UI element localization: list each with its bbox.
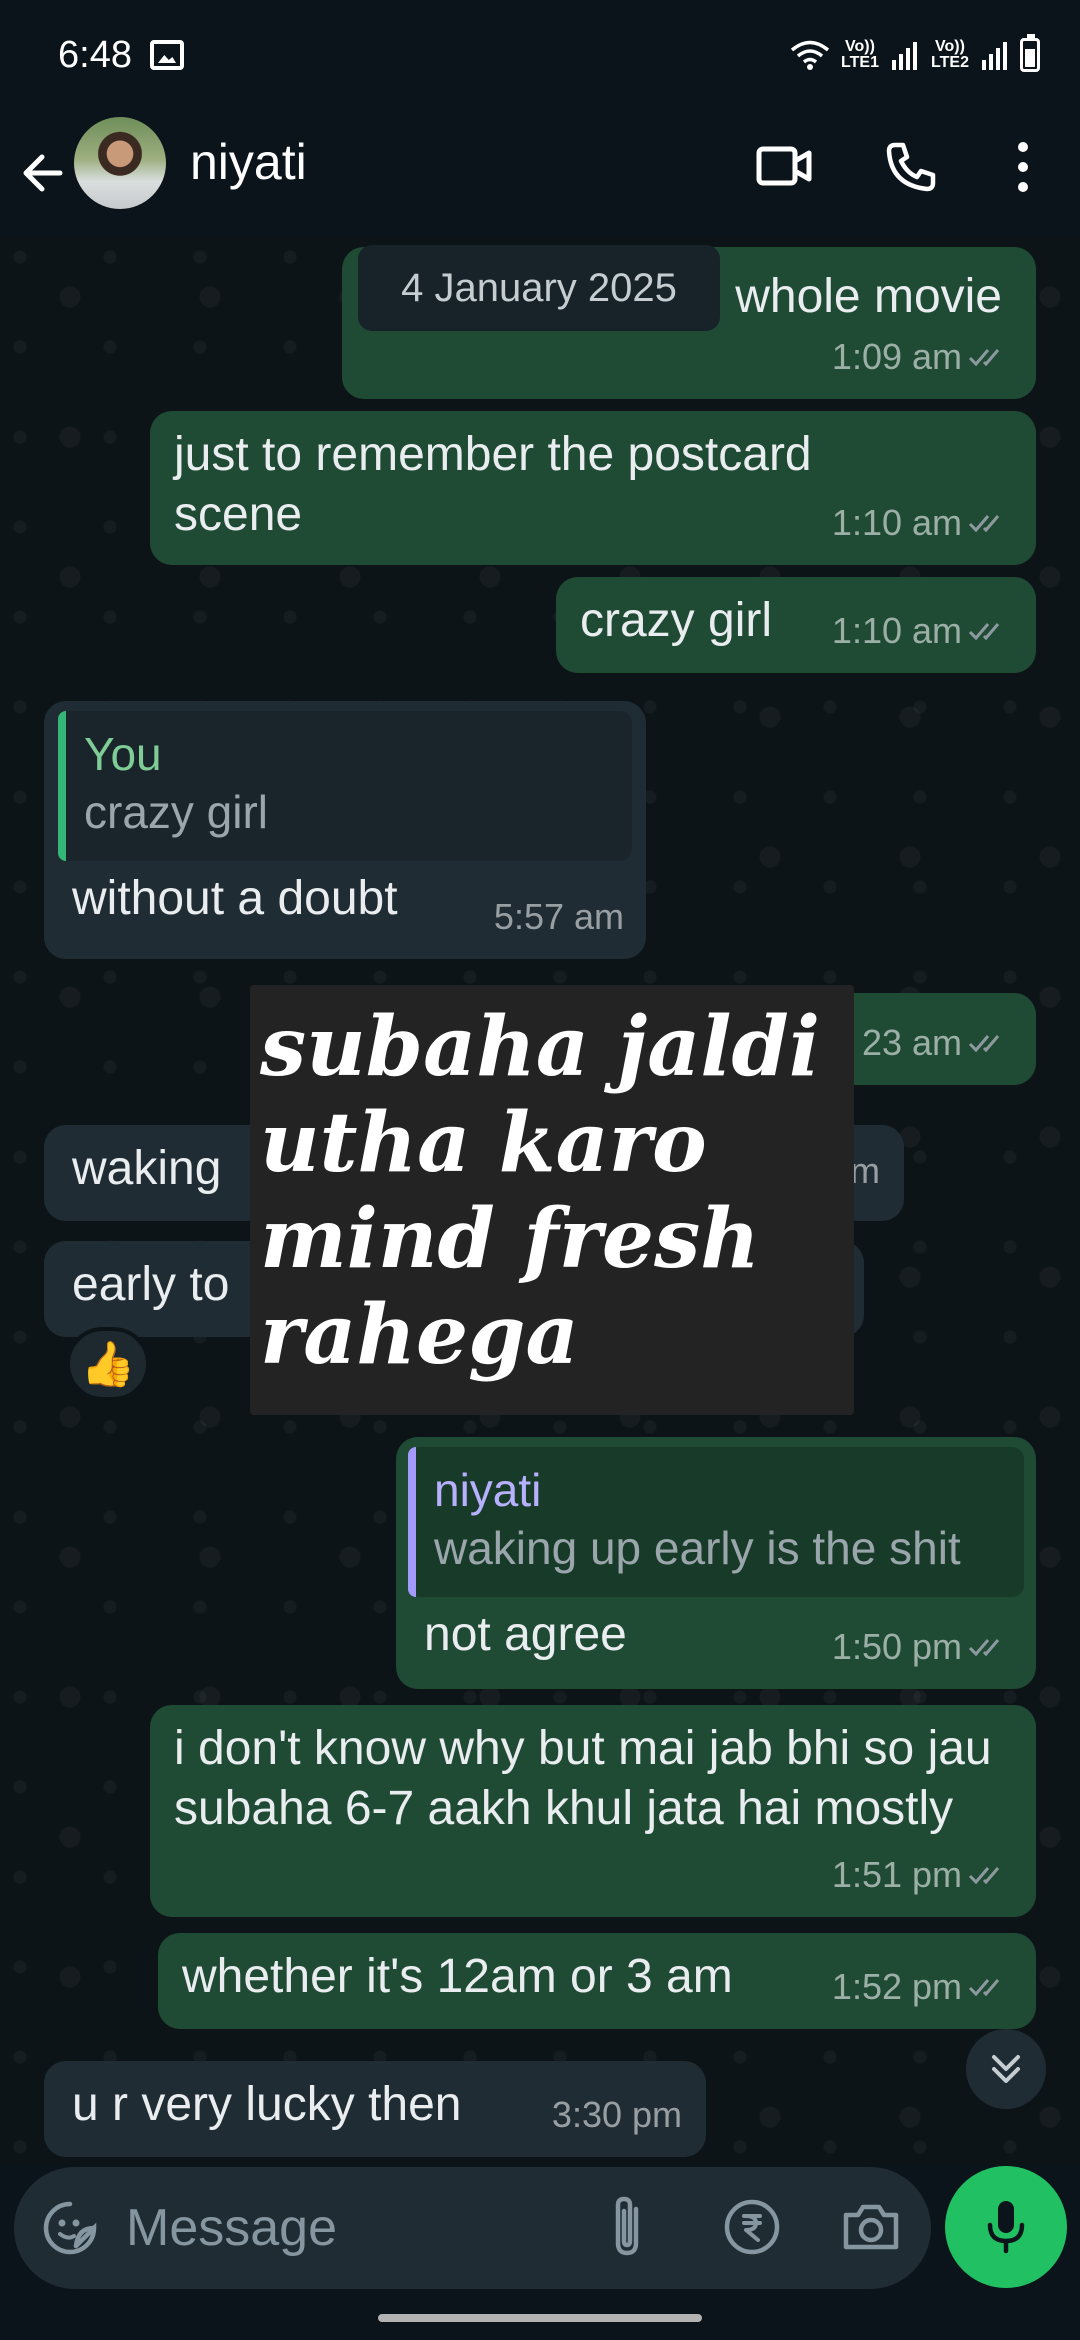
message-text: just to remember the postcard scene xyxy=(174,428,812,541)
signal-icon-sim1 xyxy=(892,42,917,70)
emoji-sticker-icon[interactable] xyxy=(40,2198,100,2258)
message-input[interactable] xyxy=(126,2193,576,2263)
mic-icon xyxy=(987,2201,1025,2254)
message-time: 1:52 pm xyxy=(831,1966,962,2007)
message-meta: m xyxy=(850,1141,880,1201)
message-bubble-out[interactable]: crazy girl 1:10 am xyxy=(556,577,1036,673)
read-tick-icon xyxy=(968,349,1000,367)
avatar[interactable] xyxy=(74,117,166,209)
status-time: 6:48 xyxy=(58,34,132,76)
message-meta: 1:10 am xyxy=(832,493,1012,553)
quoted-message[interactable]: niyati waking up early is the shit xyxy=(408,1447,1024,1597)
sticker-line: mind fresh xyxy=(260,1191,760,1287)
back-arrow-icon[interactable] xyxy=(20,143,70,203)
message-time: m xyxy=(850,1150,880,1191)
quoted-message[interactable]: You crazy girl xyxy=(58,711,632,861)
text-sticker[interactable]: subaha jaldi utha karo mind fresh rahega xyxy=(250,985,854,1415)
message-time: 1:10 am xyxy=(831,610,962,651)
message-meta: 23 am xyxy=(862,1013,1012,1073)
message-meta: 1:50 pm xyxy=(832,1617,1012,1677)
sim2-label: Vo)) LTE2 xyxy=(931,38,969,71)
mic-button[interactable] xyxy=(945,2166,1067,2288)
video-call-icon[interactable] xyxy=(755,141,813,191)
message-time: 1:50 pm xyxy=(831,1626,962,1667)
message-meta: 5:57 am xyxy=(494,887,624,947)
wifi-icon xyxy=(790,40,830,70)
message-meta: 3:30 pm xyxy=(552,2085,682,2145)
message-time: 1:10 am xyxy=(831,502,962,543)
message-composer xyxy=(14,2167,931,2289)
read-tick-icon xyxy=(968,1035,1000,1053)
date-chip: 4 January 2025 xyxy=(358,245,720,331)
voice-call-icon[interactable] xyxy=(883,139,939,195)
reaction-badge[interactable]: 👍 xyxy=(66,1327,150,1401)
message-time: 1:51 pm xyxy=(831,1854,962,1895)
chat-header: niyati xyxy=(0,115,1080,237)
home-indicator[interactable] xyxy=(378,2314,702,2322)
message-time: 1:09 am xyxy=(831,336,962,377)
read-tick-icon xyxy=(968,1867,1000,1885)
quote-author: niyati xyxy=(434,1464,542,1516)
more-options-icon[interactable] xyxy=(1010,139,1036,195)
battery-icon xyxy=(1020,34,1040,72)
message-meta: 1:52 pm xyxy=(832,1957,1012,2017)
gallery-notification-icon xyxy=(150,40,184,70)
sticker-line: utha karo xyxy=(260,1095,707,1191)
status-bar: 6:48 Vo)) LTE1 Vo)) LTE2 xyxy=(0,0,1080,115)
scroll-to-bottom-button[interactable] xyxy=(966,2029,1046,2109)
read-tick-icon xyxy=(968,515,1000,533)
message-bubble-out[interactable]: whether it's 12am or 3 am 1:52 pm xyxy=(158,1933,1036,2029)
message-bubble-in[interactable]: u r very lucky then 3:30 pm xyxy=(44,2061,706,2157)
message-text: whole movie xyxy=(735,270,1002,323)
message-bubble-out[interactable]: just to remember the postcard scene 1:10… xyxy=(150,411,1036,565)
quote-text: crazy girl xyxy=(84,786,269,838)
double-chevron-down-icon xyxy=(992,2055,1020,2083)
message-text: i don't know why but mai jab bhi so jau … xyxy=(174,1722,992,1835)
quote-author: You xyxy=(84,728,162,780)
sim1-label: Vo)) LTE1 xyxy=(841,38,879,71)
camera-icon[interactable] xyxy=(840,2197,902,2257)
read-tick-icon xyxy=(968,1639,1000,1657)
message-time: 5:57 am xyxy=(493,896,624,937)
message-meta: 1:10 am xyxy=(832,601,1012,661)
message-bubble-out[interactable]: niyati waking up early is the shit not a… xyxy=(396,1437,1036,1689)
message-meta: 1:09 am xyxy=(832,327,1012,387)
sticker-line: rahega xyxy=(260,1287,579,1383)
rupee-payment-icon[interactable] xyxy=(722,2197,782,2257)
quote-text: waking up early is the shit xyxy=(434,1522,961,1574)
contact-name[interactable]: niyati xyxy=(190,133,307,191)
chat-area[interactable]: whole movie 1:09 am 4 January 2025 just … xyxy=(0,237,1080,2165)
message-time: 23 am xyxy=(861,1022,962,1063)
signal-icon-sim2 xyxy=(982,42,1007,70)
message-bubble-out[interactable]: i don't know why but mai jab bhi so jau … xyxy=(150,1705,1036,1917)
message-meta: 1:51 pm xyxy=(832,1845,1012,1905)
read-tick-icon xyxy=(968,623,1000,641)
sticker-line: subaha jaldi xyxy=(260,999,820,1095)
status-indicators: Vo)) LTE1 Vo)) LTE2 xyxy=(790,34,1040,72)
message-time: 3:30 pm xyxy=(551,2094,682,2135)
read-tick-icon xyxy=(968,1979,1000,1997)
message-bubble-in[interactable]: You crazy girl without a doubt 5:57 am xyxy=(44,701,646,959)
attach-icon[interactable] xyxy=(602,2193,652,2263)
